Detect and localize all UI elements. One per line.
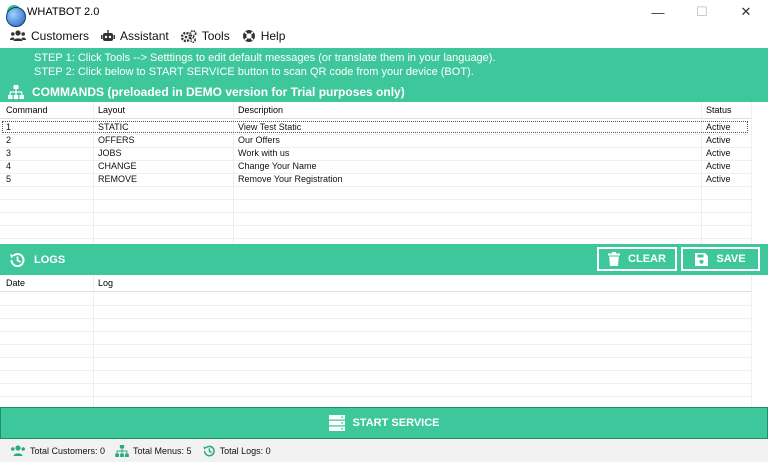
cell-status: Active [706, 174, 731, 184]
cell-status: Active [706, 122, 731, 132]
cell-command: 1 [6, 122, 12, 132]
commands-title: COMMANDS (preloaded in DEMO version for … [32, 84, 405, 99]
commands-table[interactable]: Command Layout Description Status 1 STAT… [0, 102, 768, 244]
lifebuoy-icon [242, 30, 255, 42]
title-bar: WHATBOT 2.0 — ☐ ✕ [0, 0, 768, 24]
commands-table-header: Command Layout Description Status [0, 102, 768, 119]
cell-description: Change Your Name [238, 161, 317, 171]
menu-assistant-label: Assistant [120, 29, 169, 43]
column-header-command[interactable]: Command [6, 105, 48, 115]
maximize-button[interactable]: ☐ [680, 0, 724, 24]
status-bar: Total Customers: 0 Total Menus: 5 Total … [0, 439, 768, 462]
floppy-disk-icon [695, 252, 709, 266]
trash-icon [608, 252, 621, 266]
logs-table[interactable]: Date Log [0, 275, 768, 407]
close-button[interactable]: ✕ [724, 0, 768, 24]
cell-status: Active [706, 161, 731, 171]
menu-customers-label: Customers [31, 29, 90, 43]
column-header-description[interactable]: Description [238, 105, 283, 115]
cell-status: Active [706, 135, 731, 145]
commands-scrollbar[interactable] [751, 102, 768, 244]
menu-tools-label: Tools [201, 29, 230, 43]
start-service-label: START SERVICE [352, 417, 440, 429]
status-logs: Total Logs: 0 [202, 444, 271, 458]
cell-command: 2 [6, 135, 12, 145]
cell-layout: OFFERS [98, 135, 135, 145]
history-icon [10, 252, 25, 267]
menu-assistant[interactable]: Assistant [101, 29, 169, 43]
logs-title: LOGS [34, 253, 66, 266]
clear-button[interactable]: CLEAR [597, 247, 677, 271]
commands-header: COMMANDS (preloaded in DEMO version for … [0, 81, 768, 102]
instruction-step-1: STEP 1: Click Tools --> Setttings to edi… [34, 52, 496, 64]
logs-scrollbar[interactable] [751, 275, 768, 407]
cell-layout: JOBS [98, 148, 122, 158]
status-menus: Total Menus: 5 [115, 444, 192, 457]
cell-description: Remove Your Registration [238, 174, 343, 184]
robot-icon [101, 30, 116, 41]
gears-icon [180, 29, 197, 43]
column-header-layout[interactable]: Layout [98, 105, 125, 115]
menu-help[interactable]: Help [242, 29, 286, 43]
clear-button-label: CLEAR [628, 253, 666, 265]
history-icon [203, 445, 215, 456]
globe-icon [6, 7, 26, 27]
column-header-date[interactable]: Date [6, 278, 25, 288]
window-title: WHATBOT 2.0 [27, 6, 100, 18]
cell-description: Our Offers [238, 135, 280, 145]
sitemap-icon [8, 84, 24, 99]
sitemap-icon [115, 444, 129, 457]
cell-command: 4 [6, 161, 12, 171]
save-button[interactable]: SAVE [681, 247, 760, 271]
status-menus-text: Total Menus: 5 [133, 445, 192, 456]
cell-status: Active [706, 148, 731, 158]
status-logs-text: Total Logs: 0 [219, 445, 271, 456]
cell-layout: REMOVE [98, 174, 138, 184]
column-header-status[interactable]: Status [706, 105, 732, 115]
users-icon [11, 444, 25, 456]
cell-layout: CHANGE [98, 161, 137, 171]
cell-description: View Test Static [238, 122, 302, 132]
cell-command: 5 [6, 174, 12, 184]
column-header-log[interactable]: Log [98, 278, 113, 288]
menu-help-label: Help [260, 29, 286, 43]
status-customers-text: Total Customers: 0 [30, 445, 106, 456]
users-icon [10, 30, 26, 41]
minimize-button[interactable]: — [636, 0, 680, 24]
cell-command: 3 [6, 148, 12, 158]
menu-tools[interactable]: Tools [180, 29, 230, 43]
save-button-label: SAVE [716, 253, 746, 265]
cell-description: Work with us [238, 148, 290, 158]
menu-customers[interactable]: Customers [10, 29, 89, 43]
cell-layout: STATIC [98, 122, 129, 132]
menu-bar: Customers Assistant Tools Help [0, 24, 768, 48]
instruction-step-2: STEP 2: Click below to START SERVICE but… [34, 66, 474, 78]
status-customers: Total Customers: 0 [10, 444, 106, 457]
server-icon [328, 415, 345, 431]
logs-table-header: Date Log [0, 275, 768, 292]
window-controls: — ☐ ✕ [636, 0, 768, 24]
start-service-button[interactable]: START SERVICE [0, 407, 768, 439]
